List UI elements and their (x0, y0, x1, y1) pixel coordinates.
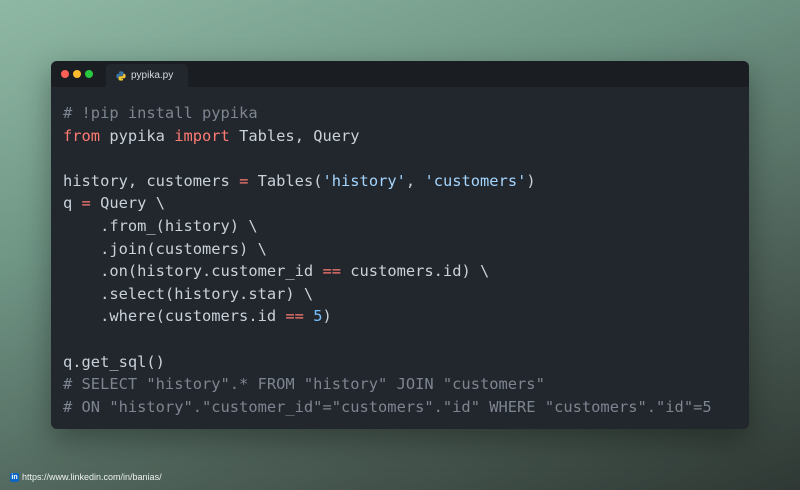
code-token-operator: == (322, 262, 341, 281)
code-token-plain: ) (322, 307, 332, 326)
code-token-comment: # SELECT "history".* FROM "history" JOIN… (63, 375, 545, 394)
code-token-plain: q.get_sql() (63, 352, 165, 371)
code-token-operator: = (81, 194, 91, 213)
maximize-dot-icon[interactable] (85, 70, 93, 78)
code-line: .from_(history) \ (63, 215, 712, 238)
code-window: pypika.py # !pip install pypika from pypi… (51, 61, 749, 429)
code-token-plain: .select(history.star) \ (63, 284, 314, 303)
code-token-string: 'history' (322, 171, 406, 190)
code-token-plain: Tables( (248, 171, 323, 190)
close-dot-icon[interactable] (61, 70, 69, 78)
code-line: from pypika import Tables, Query (63, 125, 712, 148)
code-line: q.get_sql() (63, 351, 712, 374)
code-token-comment: # !pip install pypika (63, 104, 258, 122)
code-token-plain: .join(customers) \ (63, 239, 267, 258)
code-line: .join(customers) \ (63, 238, 712, 261)
code-token-operator: = (239, 171, 249, 190)
code-editor[interactable]: # !pip install pypika from pypika import … (63, 102, 712, 418)
code-token-plain: ) (526, 171, 536, 190)
code-token-plain: history, customers (63, 171, 240, 190)
code-line: .select(history.star) \ (63, 283, 712, 306)
title-bar: pypika.py (51, 61, 749, 87)
code-line: # ON "history"."customer_id"="customers"… (63, 396, 712, 419)
linkedin-icon: in (10, 472, 19, 482)
code-line: # SELECT "history".* FROM "history" JOIN… (63, 373, 712, 396)
tab-label: pypika.py (131, 70, 174, 81)
code-token-keyword: from (63, 126, 101, 145)
code-token-comment: # ON "history"."customer_id"="customers"… (63, 397, 712, 416)
code-token-plain: .from_(history) \ (63, 216, 258, 235)
code-token-plain: Tables, Query (229, 126, 360, 145)
code-token-plain: .where(customers.id (63, 307, 286, 326)
code-token-plain: .on(history.customer_id (63, 262, 323, 281)
minimize-dot-icon[interactable] (73, 70, 81, 78)
code-line: # !pip install pypika (63, 102, 712, 125)
profile-link[interactable]: https://www.linkedin.com/in/banias/ (22, 472, 162, 482)
code-token-plain: , (405, 171, 425, 190)
code-token-plain: customers.id) \ (341, 262, 490, 281)
python-icon (116, 71, 126, 81)
code-line: q = Query \ (63, 192, 712, 215)
code-token-plain: q (63, 194, 82, 213)
code-token-plain: pypika (100, 126, 175, 145)
code-token-string: 'customers' (424, 171, 527, 190)
code-token-keyword: import (174, 126, 230, 145)
code-line: .on(history.customer_id == customers.id)… (63, 260, 712, 283)
code-token-number: 5 (313, 307, 323, 326)
tab-pypika-py[interactable]: pypika.py (106, 64, 188, 87)
code-token-plain: Query \ (90, 194, 165, 213)
code-line: history, customers = Tables('history', '… (63, 170, 712, 193)
code-line: .where(customers.id == 5) (63, 305, 712, 328)
code-token-operator: == (285, 307, 304, 326)
footer-credit: in https://www.linkedin.com/in/banias/ (10, 471, 162, 483)
